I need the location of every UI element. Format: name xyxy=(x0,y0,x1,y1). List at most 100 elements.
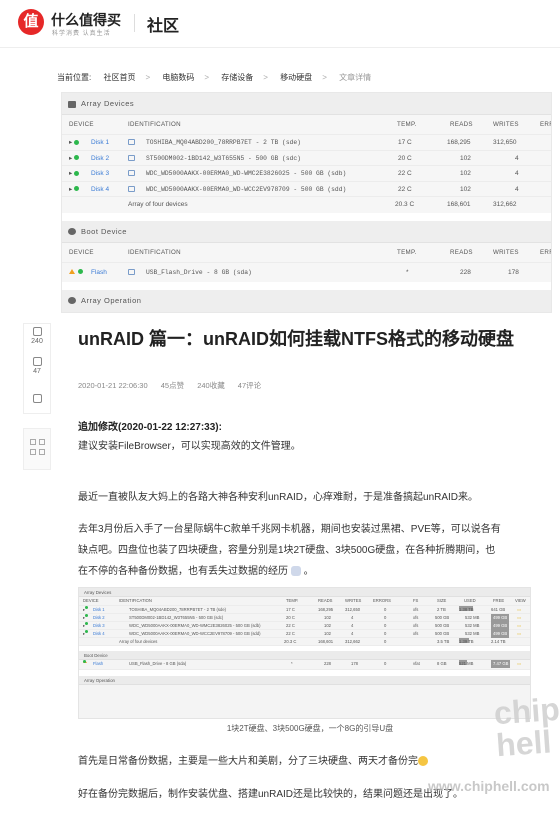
article-image[interactable]: Array Devices DEVICE IDENTIFICATION TEMP… xyxy=(78,587,531,719)
embed-temp: * xyxy=(291,661,293,666)
like-count: 240 xyxy=(31,338,43,345)
logo-icon[interactable]: 值 xyxy=(18,9,44,35)
disk-temp: 22 C xyxy=(398,170,412,177)
like-stat[interactable]: 45点赞 xyxy=(161,381,184,390)
embed-id: WDC_WD5000AAKX-00ERMA0_WD-WCC2EV978709 -… xyxy=(129,631,261,636)
array-total-temp: 20.3 C xyxy=(395,201,415,208)
embed-col: WRITES xyxy=(345,598,362,603)
embed-boot-row: Flash USB_Flash_Drive - 8 GB (sda) * 228… xyxy=(79,660,530,670)
disk-reads: 168,295 xyxy=(447,139,471,146)
embed-total-errors: 0 xyxy=(384,639,387,644)
embed-total-label: Array of four devices xyxy=(119,639,158,644)
breadcrumb-item-digital[interactable]: 电脑数码 xyxy=(162,73,194,82)
like-button[interactable]: 240 xyxy=(24,324,50,354)
breadcrumb-item-storage[interactable]: 存储设备 xyxy=(221,73,253,82)
disk-temp: 17 C xyxy=(398,139,412,146)
embed-col: USED xyxy=(464,598,476,603)
embed-total-row: Array of four devices 20.3 C 168,601 312… xyxy=(79,638,530,646)
share-icon xyxy=(32,394,42,403)
embed-errors: 0 xyxy=(384,623,387,628)
logo-text[interactable]: 什么值得买 xyxy=(51,10,121,30)
folder-icon: ▭ xyxy=(517,661,521,666)
table-row[interactable]: ▸ Disk 1 TOSHIBA_MQ04ABD200_78RRPB7ET - … xyxy=(62,135,551,151)
breadcrumb-separator: > xyxy=(204,73,210,82)
array-icon xyxy=(68,100,76,108)
usb-icon xyxy=(128,263,143,282)
embed-reads: 228 xyxy=(324,661,331,666)
embed-row: ▸ Disk 3 WDC_WD5000AAKX-00ERMA0_WD-WMC2E… xyxy=(79,622,530,630)
embed-row: ▸ Disk 1 TOSHIBA_MQ04ABD200_78RRPB7ET - … xyxy=(79,606,530,614)
embed-status: ▸ xyxy=(83,614,89,622)
disk-link[interactable]: Disk 1 xyxy=(91,135,109,151)
hdd-icon xyxy=(128,182,143,198)
gear-icon xyxy=(68,297,76,305)
star-icon xyxy=(32,327,42,336)
embed-fs: xfs xyxy=(413,615,419,620)
array-total-label: Array of four devices xyxy=(128,201,188,208)
breadcrumb-separator: > xyxy=(322,73,327,82)
paragraph-text: 在不停的各种备份数据，也有丢失过数据的经历 xyxy=(78,566,288,577)
flash-link[interactable]: Flash xyxy=(91,263,107,282)
embed-col: READS xyxy=(318,598,333,603)
share-button[interactable] xyxy=(24,384,50,414)
embed-writes: 4 xyxy=(351,631,354,636)
table-row[interactable]: ▸ Disk 2 ST500DM002-1BD142_W3T655N5 - 50… xyxy=(62,151,551,167)
disk-reads: 102 xyxy=(460,185,471,193)
hdd-icon xyxy=(128,151,143,167)
embed-reads: 168,295 xyxy=(318,607,334,612)
watermark: chip hell xyxy=(492,690,560,764)
array-total-row: Array of four devices 20.3 C 168,601 312… xyxy=(62,197,551,213)
array-total-writes: 312,662 xyxy=(493,201,517,208)
update-body: 建议安装FileBrowser，可以实现高效的文件管理。 xyxy=(78,441,301,452)
embed-used: 532 MB xyxy=(465,631,480,636)
paragraph-text: 首先是日常备份数据，主要是一些大片和美剧，分了三块硬盘、两天才备份完 xyxy=(78,756,418,767)
embed-boot-header: Boot Device xyxy=(79,651,530,660)
comment-button[interactable]: 47 xyxy=(24,354,50,384)
disk-writes: 4 xyxy=(515,170,519,177)
col-device: DEVICE xyxy=(69,121,94,128)
table-row[interactable]: ▸ Disk 3 WDC_WD5000AAKX-00ERMA0_WD-WMC2E… xyxy=(62,166,551,182)
hdd-icon xyxy=(128,135,143,151)
comment-stat[interactable]: 47评论 xyxy=(238,381,261,390)
embed-size: 500 GB xyxy=(435,631,450,636)
boot-writes: 178 xyxy=(508,268,519,276)
disk-link[interactable]: Disk 2 xyxy=(91,151,109,167)
table-row[interactable]: Flash USB_Flash_Drive - 8 GB (sda) * 228… xyxy=(62,263,551,282)
embed-reads: 102 xyxy=(324,631,331,636)
breadcrumb-item-hdd[interactable]: 移动硬盘 xyxy=(280,73,312,82)
embed-status: ▸ xyxy=(83,622,89,630)
embed-writes: 178 xyxy=(351,661,358,666)
embed-errors: 0 xyxy=(384,661,387,666)
embed-table-header: DEVICE IDENTIFICATION TEMP. READS WRITES… xyxy=(79,597,530,606)
disk-reads: 102 xyxy=(460,170,471,177)
embed-free: 7.47 GB xyxy=(491,660,511,668)
disk-temp: 20 C xyxy=(398,154,412,162)
embed-col: TEMP. xyxy=(286,598,299,603)
boot-temp: * xyxy=(406,268,409,276)
embed-free: 499 GB xyxy=(491,614,510,622)
array-devices-header: Array Devices xyxy=(62,93,551,115)
header-divider xyxy=(134,14,135,32)
embed-fs: xfs xyxy=(413,623,419,628)
embed-total-writes: 312,662 xyxy=(345,639,361,644)
col-reads: READS xyxy=(450,248,473,256)
app-qr-button[interactable] xyxy=(23,428,51,470)
boot-table-header: DEVICE IDENTIFICATION TEMP. READS WRITES… xyxy=(62,243,551,263)
embed-row: ▸ Disk 4 WDC_WD5000AAKX-00ERMA0_WD-WCC2E… xyxy=(79,630,530,638)
table-row[interactable]: ▸ Disk 4 WDC_WD5000AAKX-00ERMA0_WD-WCC2E… xyxy=(62,182,551,198)
disk-identification: ST500DM002-1BD142_W3T655N5 - 500 GB (sdc… xyxy=(146,154,301,162)
favorite-stat[interactable]: 240收藏 xyxy=(197,381,225,390)
section-title[interactable]: 社区 xyxy=(147,12,179,36)
col-errors: ERR xyxy=(540,248,551,256)
paragraph: 去年3月份后入手了一台星际蜗牛C款单千兆网卡机器，期间也安装过黑裙、PVE等，可… xyxy=(78,524,501,535)
breadcrumb-item-home[interactable]: 社区首页 xyxy=(103,73,135,82)
disk-link[interactable]: Disk 3 xyxy=(91,166,109,182)
status-indicator: ▸ xyxy=(69,135,82,151)
embed-writes: 4 xyxy=(351,623,354,628)
disk-link[interactable]: Disk 4 xyxy=(91,182,109,198)
disk-writes: 4 xyxy=(515,185,519,193)
breadcrumb-separator: > xyxy=(145,73,151,82)
embed-dev: Flash xyxy=(93,661,104,666)
embed-free: 499 GB xyxy=(491,622,510,630)
col-writes: WRITES xyxy=(493,248,519,256)
